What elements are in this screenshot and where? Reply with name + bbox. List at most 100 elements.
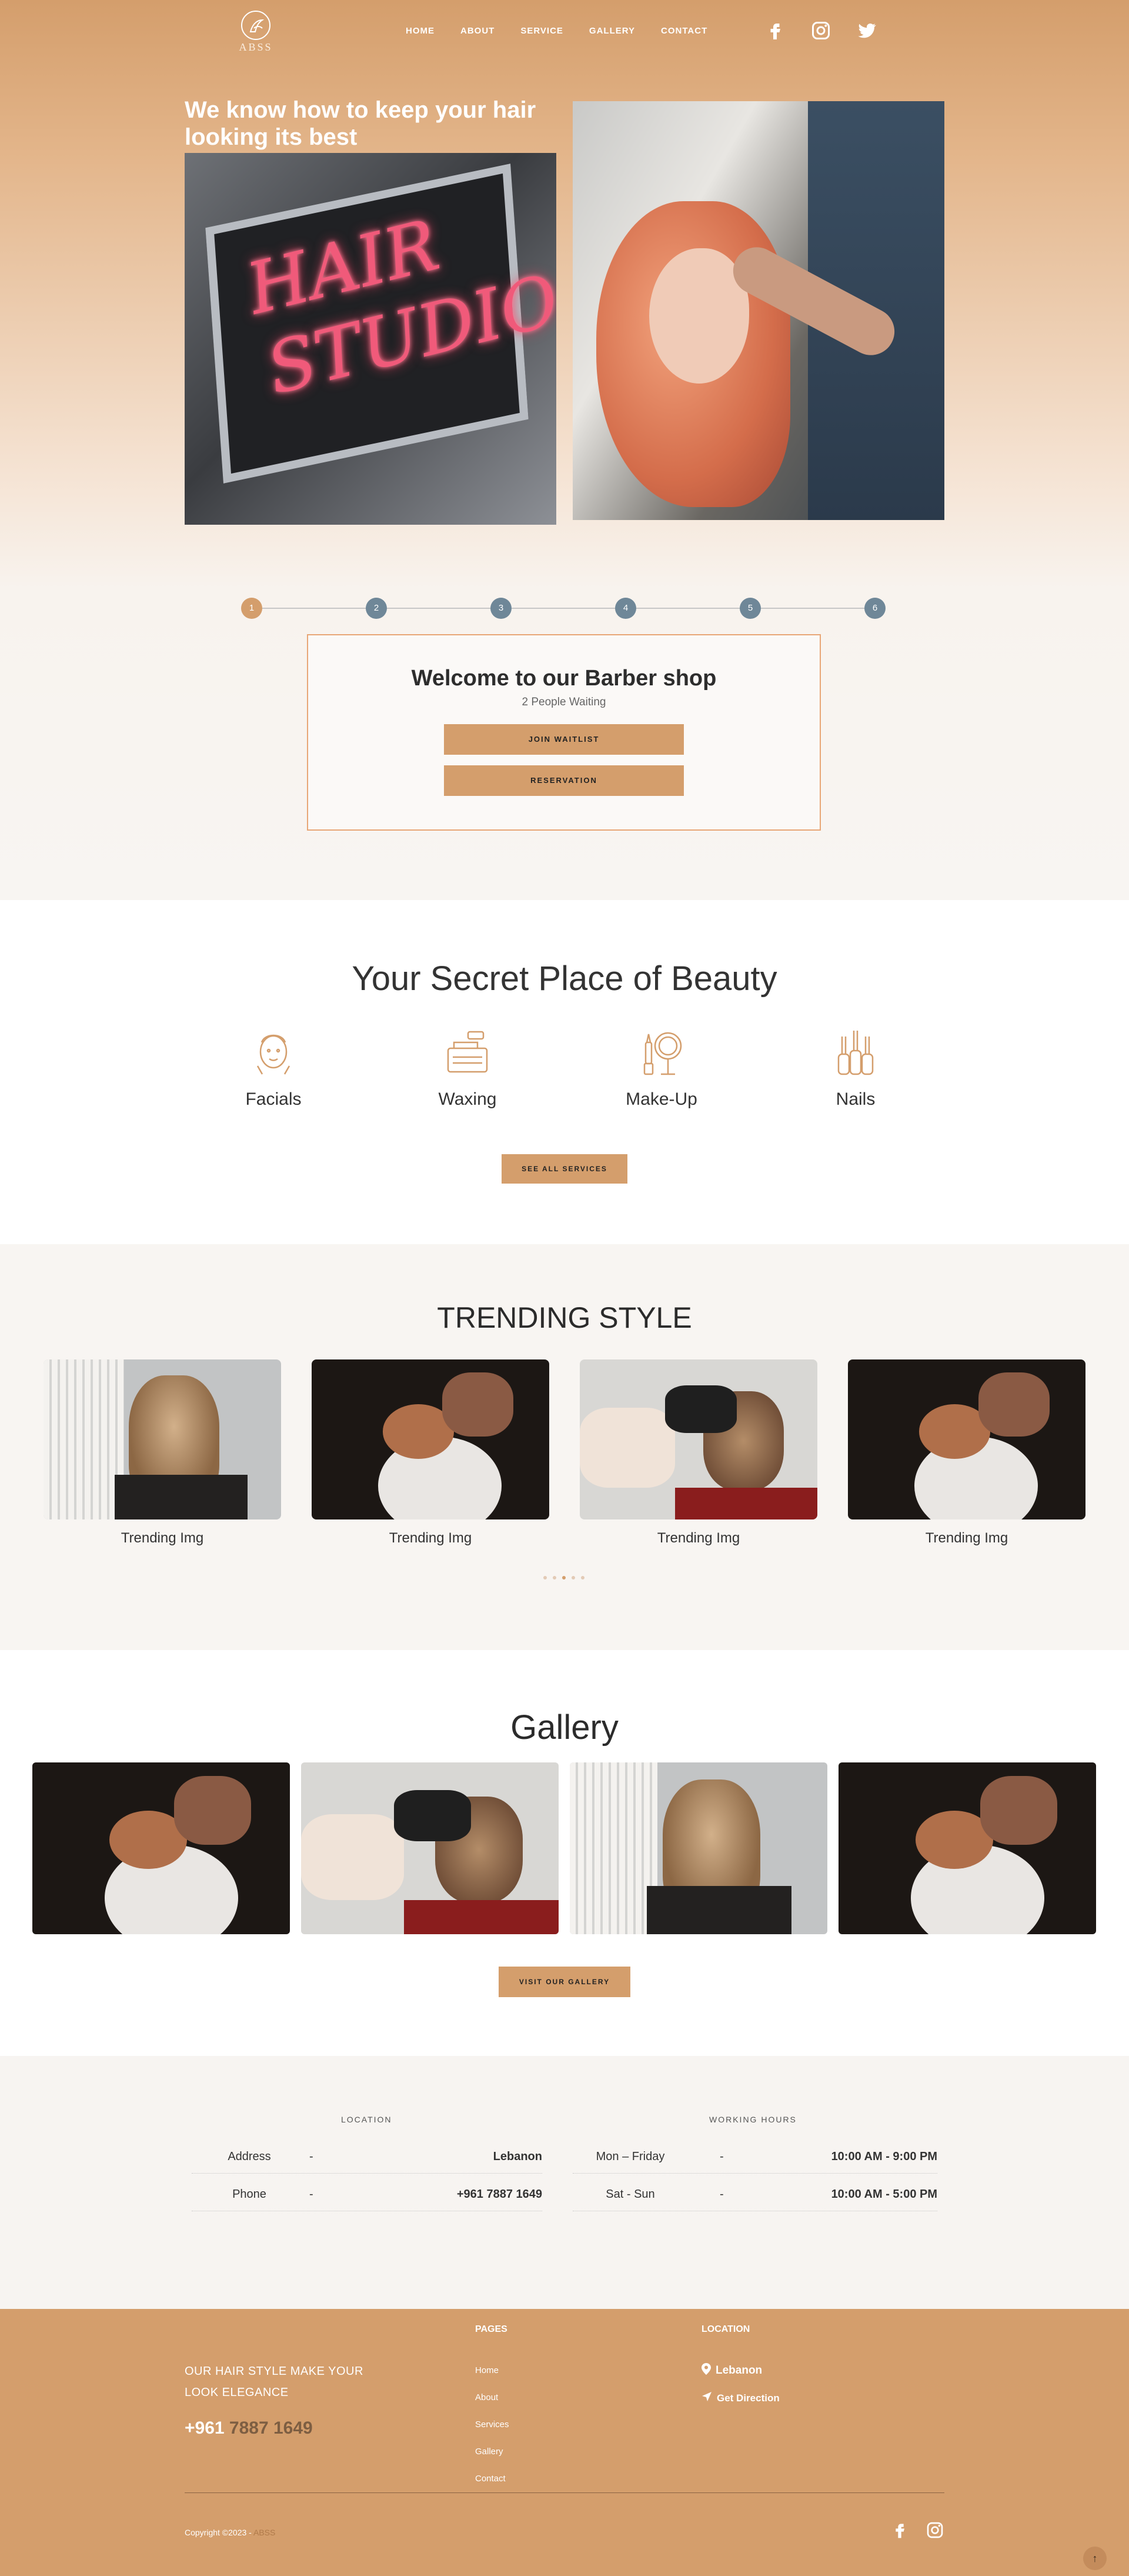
services-title: Your Secret Place of Beauty <box>352 959 777 998</box>
see-all-services-button[interactable]: SEE ALL SERVICES <box>502 1154 627 1184</box>
info-section: LOCATION WORKING HOURS Address - Lebanon… <box>0 2056 1129 2309</box>
navigation-arrow-icon <box>702 2391 712 2405</box>
row-dash: - <box>309 2150 313 2163</box>
service-makeup[interactable]: Make-Up <box>603 1025 720 1109</box>
service-label: Waxing <box>438 1089 497 1109</box>
join-waitlist-button[interactable]: JOIN WAITLIST <box>444 724 684 755</box>
nav-gallery[interactable]: GALLERY <box>589 26 635 36</box>
row-dash: - <box>309 2188 313 2201</box>
step-4[interactable]: 4 <box>615 598 636 619</box>
gallery-title: Gallery <box>510 1708 619 1747</box>
service-waxing[interactable]: Waxing <box>409 1025 526 1109</box>
stylist-client-image <box>573 101 944 520</box>
footer-link-services[interactable]: Services <box>475 2420 509 2430</box>
hair-studio-sign-image: HAIR STUDIO <box>185 153 556 525</box>
trending-caption: Trending Img <box>121 1530 204 1546</box>
row-value: 10:00 AM - 5:00 PM <box>831 2188 937 2201</box>
main-menu: HOME ABOUT SERVICE GALLERY CONTACT <box>406 26 733 36</box>
welcome-title: Welcome to our Barber shop <box>411 666 717 691</box>
pager-dot[interactable] <box>543 1576 547 1579</box>
service-nails[interactable]: Nails <box>797 1025 914 1109</box>
weekend-hours-row: Sat - Sun - 10:00 AM - 5:00 PM <box>573 2175 937 2211</box>
footer-divider <box>185 2492 944 2493</box>
hero-section: ABSS HOME ABOUT SERVICE GALLERY CONTACT … <box>0 0 1129 900</box>
row-value: Lebanon <box>493 2150 542 2163</box>
service-label: Facials <box>245 1089 302 1109</box>
instagram-icon[interactable] <box>810 20 831 41</box>
arrow-up-icon[interactable]: ↑ <box>1083 2547 1107 2570</box>
row-dash: - <box>720 2188 724 2201</box>
facebook-icon[interactable] <box>890 2521 909 2542</box>
instagram-icon[interactable] <box>926 2521 944 2542</box>
address-row: Address - Lebanon <box>192 2137 542 2174</box>
service-facials[interactable]: Facials <box>215 1025 332 1109</box>
footer-link-contact[interactable]: Contact <box>475 2474 506 2484</box>
pager-dot-active[interactable] <box>562 1576 566 1579</box>
logo[interactable]: ABSS <box>235 11 276 58</box>
trending-card[interactable]: Trending Img <box>580 1359 817 1547</box>
get-direction-label: Get Direction <box>717 2392 780 2404</box>
footer-link-gallery[interactable]: Gallery <box>475 2447 503 2457</box>
nav-contact[interactable]: CONTACT <box>661 26 707 36</box>
trending-caption: Trending Img <box>389 1530 472 1546</box>
gallery-image[interactable] <box>32 1762 290 1934</box>
gallery-image[interactable] <box>301 1762 559 1934</box>
step-1[interactable]: 1 <box>241 598 262 619</box>
makeup-icon <box>635 1025 688 1078</box>
gallery-image[interactable] <box>839 1762 1096 1934</box>
footer-link-home[interactable]: Home <box>475 2365 499 2375</box>
social-links-top <box>764 20 877 41</box>
step-5[interactable]: 5 <box>740 598 761 619</box>
nails-icon <box>829 1025 882 1078</box>
nav-home[interactable]: HOME <box>406 26 435 36</box>
gallery-section: Gallery VISIT OUR GALLERY <box>0 1650 1129 2056</box>
step-2[interactable]: 2 <box>366 598 387 619</box>
row-value[interactable]: +961 7887 1649 <box>457 2188 542 2201</box>
copyright-brand[interactable]: ABSS <box>253 2528 275 2537</box>
steps-line <box>252 608 877 609</box>
weekday-hours-row: Mon – Friday - 10:00 AM - 9:00 PM <box>573 2137 937 2174</box>
row-key: Mon – Friday <box>596 2150 665 2163</box>
footer-link-about[interactable]: About <box>475 2392 498 2402</box>
trending-card[interactable]: Trending Img <box>312 1359 549 1547</box>
gallery-image[interactable] <box>570 1762 827 1934</box>
footer-location-title: LOCATION <box>702 2324 750 2334</box>
get-direction-link[interactable]: Get Direction <box>702 2391 780 2405</box>
nav-about[interactable]: ABOUT <box>460 26 495 36</box>
row-key: Phone <box>232 2188 266 2201</box>
trending-card[interactable]: Trending Img <box>44 1359 281 1547</box>
step-6[interactable]: 6 <box>864 598 886 619</box>
hero-heading: We know how to keep your hair looking it… <box>185 97 536 150</box>
waiting-count: 2 People Waiting <box>522 696 606 708</box>
phone-row: Phone - +961 7887 1649 <box>192 2175 542 2211</box>
pager-dot[interactable] <box>581 1576 584 1579</box>
copyright: Copyright ©2023 - ABSS <box>185 2528 275 2537</box>
nav-service[interactable]: SERVICE <box>520 26 563 36</box>
visit-gallery-button[interactable]: VISIT OUR GALLERY <box>499 1967 630 1997</box>
social-links-footer <box>890 2521 944 2542</box>
footer: OUR HAIR STYLE MAKE YOUR LOOK ELEGANCE +… <box>0 2309 1129 2576</box>
trending-section: TRENDING STYLE Trending Img Trending Img… <box>0 1244 1129 1650</box>
trending-image <box>312 1359 549 1519</box>
welcome-card: Welcome to our Barber shop 2 People Wait… <box>307 634 821 831</box>
trending-title: TRENDING STYLE <box>437 1301 692 1334</box>
twitter-icon[interactable] <box>856 20 877 41</box>
footer-location-city[interactable]: Lebanon <box>702 2363 762 2378</box>
services-section: Your Secret Place of Beauty Facials Waxi… <box>0 900 1129 1244</box>
facial-icon <box>247 1025 300 1078</box>
step-3[interactable]: 3 <box>490 598 512 619</box>
logo-text: ABSS <box>239 41 273 53</box>
footer-phone[interactable]: +961 7887 1649 <box>185 2418 313 2438</box>
trending-image <box>580 1359 817 1519</box>
pager-dot[interactable] <box>572 1576 575 1579</box>
city-label: Lebanon <box>716 2364 763 2377</box>
pager-dot[interactable] <box>553 1576 556 1579</box>
top-navigation: ABSS HOME ABOUT SERVICE GALLERY CONTACT <box>0 0 1129 65</box>
footer-tagline: OUR HAIR STYLE MAKE YOUR LOOK ELEGANCE <box>185 2365 363 2399</box>
row-dash: - <box>720 2150 724 2163</box>
reservation-button[interactable]: RESERVATION <box>444 765 684 796</box>
phone-prefix: +961 <box>185 2418 225 2438</box>
service-label: Nails <box>836 1089 876 1109</box>
facebook-icon[interactable] <box>764 20 786 41</box>
trending-card[interactable]: Trending Img <box>848 1359 1085 1547</box>
